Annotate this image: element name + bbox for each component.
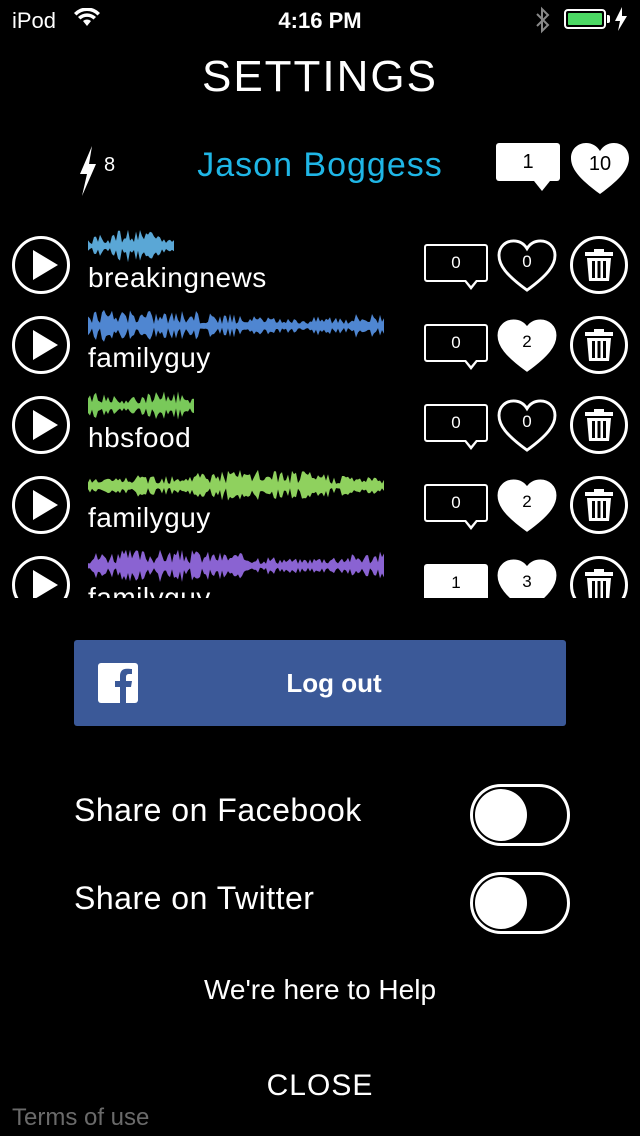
play-button[interactable] bbox=[12, 476, 70, 534]
like-count: 0 bbox=[522, 412, 532, 431]
comment-button[interactable]: 0 bbox=[424, 324, 488, 370]
waveform bbox=[88, 549, 384, 583]
waveform-shape bbox=[88, 229, 174, 263]
track-list[interactable]: breakingnews 0 0 familyguy 0 2 hbsfood 0… bbox=[0, 222, 640, 598]
trash-icon bbox=[585, 329, 613, 361]
user-name: Jason Boggess bbox=[197, 146, 443, 184]
trash-icon bbox=[585, 249, 613, 281]
trash-icon bbox=[585, 569, 613, 598]
track-name: familyguy bbox=[88, 502, 211, 533]
play-button[interactable] bbox=[12, 396, 70, 454]
close-button[interactable]: CLOSE bbox=[0, 1069, 640, 1103]
track-row: familyguy 0 2 bbox=[0, 302, 640, 382]
track-row: familyguy 0 2 bbox=[0, 462, 640, 542]
logout-label: Log out bbox=[286, 668, 382, 698]
play-button[interactable] bbox=[12, 236, 70, 294]
delete-button[interactable] bbox=[570, 396, 628, 454]
like-count: 3 bbox=[522, 572, 532, 591]
battery-level bbox=[568, 13, 602, 25]
track-name: breakingnews bbox=[88, 262, 267, 293]
facebook-logout-button[interactable]: Log out bbox=[74, 640, 566, 726]
waveform-shape bbox=[88, 549, 384, 583]
power-count: 8 bbox=[104, 154, 116, 176]
waveform-shape bbox=[88, 391, 194, 420]
toggle-knob bbox=[475, 789, 527, 841]
comment-button[interactable]: 0 bbox=[424, 244, 488, 290]
track-name: familyguy bbox=[88, 342, 211, 373]
track-row: familyguy 1 3 bbox=[0, 542, 640, 598]
like-count: 2 bbox=[522, 332, 532, 351]
like-count: 2 bbox=[522, 492, 532, 511]
waveform bbox=[88, 469, 384, 501]
terms-link[interactable]: Terms of use bbox=[12, 1104, 149, 1132]
track-name: hbsfood bbox=[88, 422, 192, 453]
track-row: breakingnews 0 0 bbox=[0, 222, 640, 302]
trash-icon bbox=[585, 489, 613, 521]
user-like-count: 10 bbox=[588, 153, 612, 175]
help-link[interactable]: We're here to Help bbox=[0, 974, 640, 1006]
delete-button[interactable] bbox=[570, 476, 628, 534]
comment-button[interactable]: 0 bbox=[424, 484, 488, 530]
battery-tip bbox=[607, 15, 610, 23]
trash-icon bbox=[585, 409, 613, 441]
battery-icon bbox=[564, 9, 606, 29]
user-comment-count[interactable]: 1 bbox=[496, 143, 560, 191]
waveform-shape bbox=[88, 469, 384, 501]
comment-button[interactable]: 1 bbox=[424, 564, 488, 598]
comment-button[interactable]: 0 bbox=[424, 404, 488, 450]
delete-button[interactable] bbox=[570, 316, 628, 374]
track-row: hbsfood 0 0 bbox=[0, 382, 640, 462]
waveform bbox=[88, 391, 194, 420]
share-twitter-toggle[interactable] bbox=[470, 872, 570, 934]
toggle-knob bbox=[475, 877, 527, 929]
bluetooth-icon bbox=[536, 6, 550, 34]
play-button[interactable] bbox=[12, 316, 70, 374]
share-twitter-label: Share on Twitter bbox=[74, 880, 315, 916]
page-title: SETTINGS bbox=[201, 52, 439, 101]
lightning-icon bbox=[80, 146, 96, 196]
waveform-shape bbox=[88, 309, 384, 342]
track-name: familyguy bbox=[88, 582, 211, 598]
waveform bbox=[88, 229, 174, 263]
delete-button[interactable] bbox=[570, 236, 628, 294]
share-facebook-label: Share on Facebook bbox=[74, 792, 362, 828]
like-count: 0 bbox=[522, 252, 532, 271]
delete-button[interactable] bbox=[570, 556, 628, 598]
play-button[interactable] bbox=[12, 556, 70, 598]
waveform bbox=[88, 309, 384, 342]
charging-icon bbox=[615, 7, 627, 31]
share-facebook-toggle[interactable] bbox=[470, 784, 570, 846]
